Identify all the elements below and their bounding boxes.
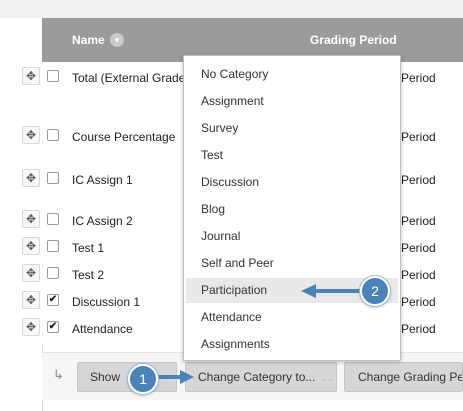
drag-handle-icon[interactable]: ✥ xyxy=(22,210,40,228)
menu-item-self-and-peer[interactable]: Self and Peer xyxy=(186,251,398,276)
change-category-label: Change Category to... xyxy=(198,370,316,384)
chevron-down-icon[interactable]: ▾ xyxy=(110,33,124,47)
row-checkbox-checked[interactable]: ✔ xyxy=(47,294,59,306)
drag-handle-icon[interactable]: ✥ xyxy=(22,264,40,282)
row-checkbox[interactable] xyxy=(47,70,59,82)
row-checkbox[interactable] xyxy=(47,172,59,184)
row-period: Period xyxy=(401,214,436,228)
row-name: Discussion 1 xyxy=(72,295,141,309)
callout-badge-1: 1 xyxy=(128,364,158,394)
row-checkbox[interactable] xyxy=(47,129,59,141)
row-name: Course Percentage xyxy=(72,130,176,144)
menu-item-attendance[interactable]: Attendance xyxy=(186,305,398,330)
drag-handle-icon[interactable]: ✥ xyxy=(22,169,40,187)
menu-item-survey[interactable]: Survey xyxy=(186,116,398,141)
row-name: IC Assign 1 xyxy=(72,173,133,187)
row-checkbox-checked[interactable]: ✔ xyxy=(47,321,59,333)
category-dropdown-menu: No Category Assignment Survey Test Discu… xyxy=(183,55,401,361)
drag-handle-icon[interactable]: ✥ xyxy=(22,237,40,255)
corner-arrow-icon: ↳ xyxy=(53,367,64,382)
row-name: Attendance xyxy=(72,322,133,336)
row-period: Period xyxy=(401,173,436,187)
column-header-name[interactable]: Name xyxy=(72,33,105,47)
menu-item-assignments[interactable]: Assignments xyxy=(186,332,398,357)
row-name: IC Assign 2 xyxy=(72,214,133,228)
menu-item-journal[interactable]: Journal xyxy=(186,224,398,249)
drag-handle-icon[interactable]: ✥ xyxy=(22,126,40,144)
row-period: Period xyxy=(401,268,436,282)
change-grading-period-button[interactable]: Change Grading Pe xyxy=(344,362,463,392)
row-name: Test 2 xyxy=(72,268,105,282)
gradebook-panel: Name ▾ Grading Period ✥ Total (External … xyxy=(0,0,463,411)
row-period: Period xyxy=(401,130,436,144)
menu-item-test[interactable]: Test xyxy=(186,143,398,168)
row-checkbox[interactable] xyxy=(47,213,59,225)
change-category-button[interactable]: Change Category to... ⌄⌄ xyxy=(185,362,337,392)
menu-item-blog[interactable]: Blog xyxy=(186,197,398,222)
checkmark-icon: ✔ xyxy=(48,321,58,332)
callout-badge-2: 2 xyxy=(360,276,390,306)
checkmark-icon: ✔ xyxy=(48,294,58,305)
row-checkbox[interactable] xyxy=(47,240,59,252)
row-period: Period xyxy=(401,322,436,336)
row-period: Period xyxy=(401,71,436,85)
row-name: Test 1 xyxy=(72,241,105,255)
menu-item-no-category[interactable]: No Category xyxy=(186,62,398,87)
row-period: Period xyxy=(401,295,436,309)
row-checkbox[interactable] xyxy=(47,267,59,279)
column-header-grading-period[interactable]: Grading Period xyxy=(310,33,397,47)
chevron-down-icon: ⌄⌄ xyxy=(319,373,335,383)
top-strip xyxy=(0,0,463,18)
drag-handle-icon[interactable]: ✥ xyxy=(22,67,40,85)
callout-arrow-2 xyxy=(301,284,362,298)
row-period: Period xyxy=(401,241,436,255)
drag-handle-icon[interactable]: ✥ xyxy=(22,291,40,309)
menu-item-discussion[interactable]: Discussion xyxy=(186,170,398,195)
drag-handle-icon[interactable]: ✥ xyxy=(22,318,40,336)
menu-item-assignment[interactable]: Assignment xyxy=(186,89,398,114)
row-name: Total (External Grade xyxy=(72,71,186,85)
show-button-label: Show xyxy=(90,370,121,384)
change-grading-period-label: Change Grading Pe xyxy=(358,370,463,384)
